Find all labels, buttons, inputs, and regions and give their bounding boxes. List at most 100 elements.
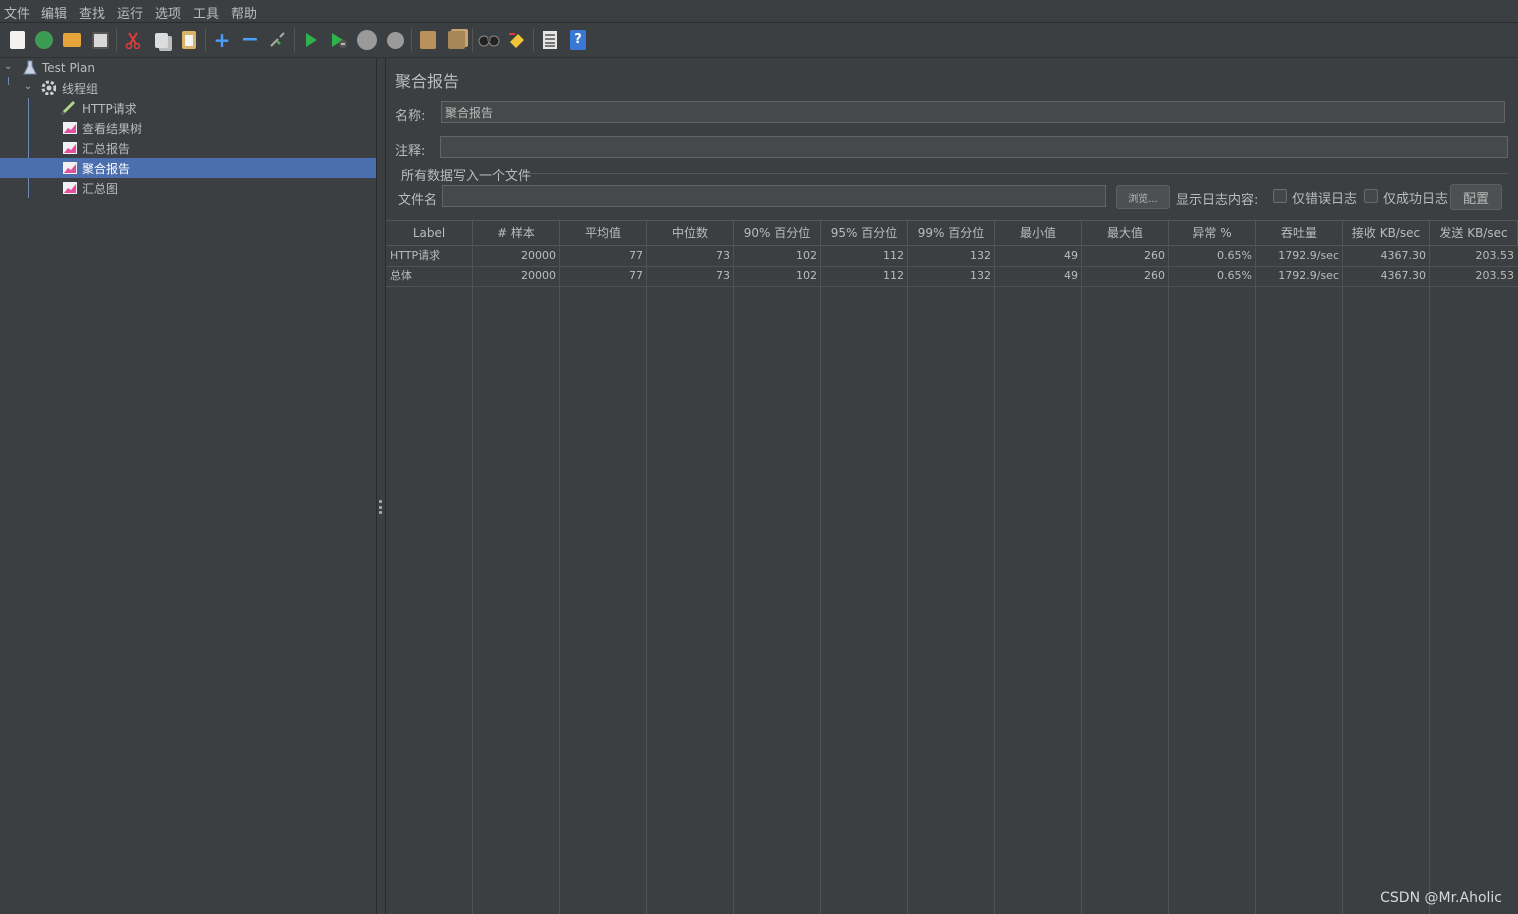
tree-item-aggregate-report[interactable]: 聚合报告 [0, 158, 376, 178]
chevron-down-icon[interactable]: ⌄ [24, 82, 34, 92]
table-cell: 0.65% [1217, 249, 1252, 262]
table-cell: 132 [970, 249, 991, 262]
reset-search-icon[interactable] [506, 29, 528, 51]
open-icon[interactable] [61, 29, 83, 51]
listener-chart-icon [63, 142, 77, 154]
errors-only-checkbox[interactable] [1273, 189, 1287, 203]
comment-field[interactable] [440, 136, 1508, 158]
toggle-icon[interactable] [267, 29, 289, 51]
clear-icon[interactable] [417, 29, 439, 51]
chevron-down-icon[interactable]: ⌄ [4, 62, 14, 72]
group-divider [526, 173, 1508, 174]
menu-help[interactable]: 帮助 [231, 3, 257, 22]
table-cell: HTTP请求 [390, 249, 441, 262]
table-cell: 203.53 [1475, 269, 1515, 282]
copy-icon[interactable] [150, 29, 172, 51]
aggregate-report-panel: 聚合报告 名称: 聚合报告 注释: 所有数据写入一个文件 文件名 浏览... 显… [386, 58, 1518, 914]
configure-button[interactable]: 配置 [1450, 184, 1502, 210]
menu-file[interactable]: 文件 [4, 3, 30, 22]
column-header-max[interactable]: 最大值 [1082, 221, 1169, 245]
listener-chart-icon [63, 182, 77, 194]
column-divider [646, 244, 647, 914]
table-cell: 102 [796, 249, 817, 262]
column-header-p99[interactable]: 99% 百分位 [908, 221, 995, 245]
tree-item-thread-group[interactable]: ⌄ 线程组 [0, 78, 376, 98]
start-no-pause-icon[interactable] [328, 29, 350, 51]
table-cell: 49 [1064, 249, 1078, 262]
column-header-error[interactable]: 异常 % [1169, 221, 1256, 245]
tree-label: 线程组 [62, 81, 99, 96]
tree-label: 查看结果树 [82, 121, 143, 136]
filename-input[interactable] [442, 185, 1106, 207]
paste-icon[interactable] [178, 29, 200, 51]
clear-all-icon[interactable] [445, 29, 467, 51]
success-only-label: 仅成功日志 [1383, 192, 1449, 207]
page-title: 聚合报告 [395, 72, 460, 91]
tree-item-view-results-tree[interactable]: 查看结果树 [0, 118, 376, 138]
column-divider [1429, 244, 1430, 914]
name-field[interactable]: 聚合报告 [441, 101, 1505, 123]
function-helper-icon[interactable] [539, 29, 561, 51]
listener-chart-icon [63, 122, 77, 134]
sampler-pen-icon [60, 100, 76, 116]
errors-only-label: 仅错误日志 [1292, 192, 1358, 207]
table-row[interactable]: 总体 20000 77 73 102 112 132 49 260 0.65% … [386, 266, 1518, 287]
column-header-samples[interactable]: # 样本 [473, 221, 560, 245]
tree-item-summary-graph[interactable]: 汇总图 [0, 178, 376, 198]
table-cell: 132 [970, 269, 991, 282]
menu-search[interactable]: 查找 [79, 3, 105, 22]
column-divider [472, 244, 473, 914]
split-pane-divider[interactable] [377, 58, 386, 914]
column-header-p90[interactable]: 90% 百分位 [734, 221, 821, 245]
toolbar: + − ? [0, 23, 1518, 58]
success-only-checkbox[interactable] [1364, 189, 1378, 203]
column-header-sent[interactable]: 发送 KB/sec [1430, 221, 1518, 245]
new-icon[interactable] [6, 29, 28, 51]
menu-tools[interactable]: 工具 [193, 3, 219, 22]
start-icon[interactable] [300, 29, 322, 51]
column-divider [907, 244, 908, 914]
help-icon[interactable]: ? [567, 29, 589, 51]
column-header-label[interactable]: Label [386, 221, 473, 245]
column-header-p95[interactable]: 95% 百分位 [821, 221, 908, 245]
column-header-median[interactable]: 中位数 [647, 221, 734, 245]
column-header-throughput[interactable]: 吞吐量 [1256, 221, 1343, 245]
column-divider [1168, 244, 1169, 914]
column-divider [559, 244, 560, 914]
column-divider [1342, 244, 1343, 914]
tree-item-http-request[interactable]: HTTP请求 [0, 98, 376, 118]
table-cell: 112 [883, 269, 904, 282]
cut-icon[interactable] [122, 29, 144, 51]
listener-chart-icon [63, 162, 77, 174]
search-icon[interactable] [478, 29, 500, 51]
tree-label: Test Plan [42, 61, 95, 75]
save-icon[interactable] [89, 29, 111, 51]
filename-label: 文件名 [398, 193, 438, 208]
table-cell: 1792.9/sec [1278, 269, 1339, 282]
column-header-min[interactable]: 最小值 [995, 221, 1082, 245]
table-cell: 1792.9/sec [1278, 249, 1339, 262]
column-divider [820, 244, 821, 914]
menu-edit[interactable]: 编辑 [41, 3, 67, 22]
table-header: Label # 样本 平均值 中位数 90% 百分位 95% 百分位 99% 百… [386, 220, 1518, 246]
column-header-received[interactable]: 接收 KB/sec [1343, 221, 1430, 245]
column-header-average[interactable]: 平均值 [560, 221, 647, 245]
stop-icon[interactable] [356, 29, 378, 51]
table-row[interactable]: HTTP请求 20000 77 73 102 112 132 49 260 0.… [386, 246, 1518, 267]
column-divider [994, 244, 995, 914]
shutdown-icon[interactable] [384, 29, 406, 51]
browse-button[interactable]: 浏览... [1116, 185, 1170, 209]
menu-run[interactable]: 运行 [117, 3, 143, 22]
templates-icon[interactable] [33, 29, 55, 51]
menu-options[interactable]: 选项 [155, 3, 181, 22]
collapse-icon[interactable]: − [239, 29, 261, 51]
tree-item-summary-report[interactable]: 汇总报告 [0, 138, 376, 158]
table-cell: 4367.30 [1380, 249, 1427, 262]
table-cell: 20000 [521, 269, 556, 282]
column-divider [1081, 244, 1082, 914]
aggregate-table: Label # 样本 平均值 中位数 90% 百分位 95% 百分位 99% 百… [386, 220, 1518, 914]
tree-item-test-plan[interactable]: ⌄ Test Plan [0, 58, 376, 78]
expand-icon[interactable]: + [211, 29, 233, 51]
name-label: 名称: [395, 109, 426, 124]
splitter-grip-icon[interactable] [379, 500, 382, 514]
